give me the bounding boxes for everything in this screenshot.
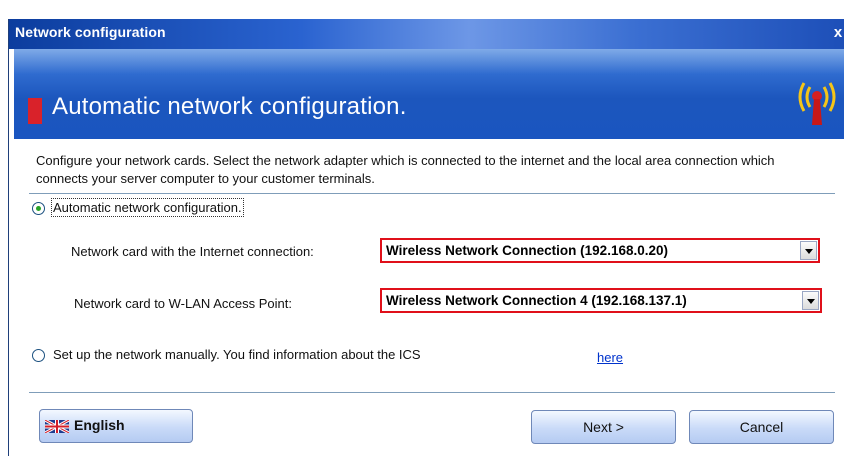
network-configuration-window: Network configuration x Automatic networ… <box>8 19 844 456</box>
chevron-down-icon <box>807 299 815 304</box>
window-title: Network configuration <box>15 24 166 40</box>
close-button[interactable]: x <box>831 22 844 44</box>
uk-flag-icon <box>45 420 69 433</box>
wlan-card-dropdown-button[interactable] <box>802 291 819 310</box>
divider-bottom <box>29 392 835 393</box>
next-label: Next > <box>583 419 624 435</box>
wlan-card-label: Network card to W-LAN Access Point: <box>74 296 292 311</box>
language-label: English <box>74 417 125 433</box>
ics-help-link[interactable]: here <box>597 350 623 365</box>
automatic-config-radio[interactable] <box>32 202 45 215</box>
cancel-button[interactable]: Cancel <box>689 410 834 444</box>
internet-card-select[interactable]: Wireless Network Connection (192.168.0.2… <box>380 238 820 263</box>
header-banner: Automatic network configuration. <box>14 49 844 139</box>
internet-card-value: Wireless Network Connection (192.168.0.2… <box>386 243 668 258</box>
next-button[interactable]: Next > <box>531 410 676 444</box>
description-text: Configure your network cards. Select the… <box>36 153 775 186</box>
header-title: Automatic network configuration. <box>52 93 407 120</box>
automatic-config-label[interactable]: Automatic network configuration. <box>51 198 244 217</box>
manual-config-radio[interactable] <box>32 349 45 362</box>
cancel-label: Cancel <box>739 419 784 435</box>
chevron-down-icon <box>805 249 813 254</box>
radio-selected-dot <box>36 206 41 211</box>
divider-top <box>29 193 835 194</box>
manual-config-label: Set up the network manually. You find in… <box>53 347 421 362</box>
wlan-card-select[interactable]: Wireless Network Connection 4 (192.168.1… <box>380 288 822 313</box>
header-accent-bar <box>28 98 42 124</box>
language-button[interactable]: English <box>39 409 193 443</box>
title-bar: Network configuration x <box>9 19 844 49</box>
wireless-antenna-icon <box>798 82 836 125</box>
internet-card-label: Network card with the Internet connectio… <box>71 244 314 259</box>
internet-card-dropdown-button[interactable] <box>800 241 817 260</box>
wlan-card-value: Wireless Network Connection 4 (192.168.1… <box>386 293 687 308</box>
